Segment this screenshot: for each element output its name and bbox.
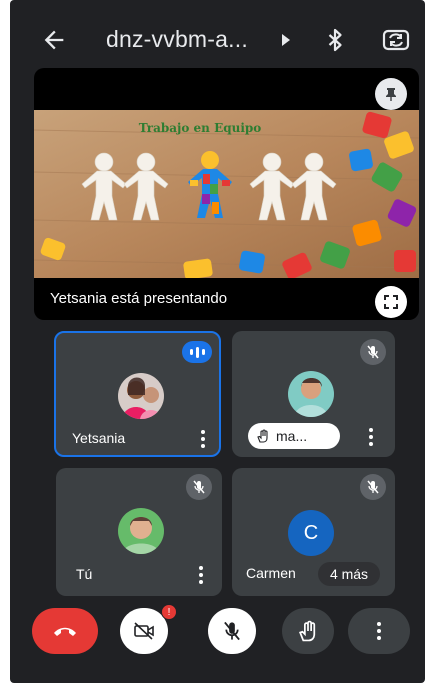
camera-off-icon (134, 622, 154, 640)
meeting-code[interactable]: dnz-vvbm-a... (106, 26, 248, 53)
speaking-indicator (182, 341, 212, 363)
mic-off-icon (360, 474, 386, 500)
caret-right-icon[interactable] (281, 34, 291, 46)
letter-avatar: C (288, 510, 334, 556)
more-options-button[interactable] (348, 608, 410, 654)
switch-camera-icon[interactable] (382, 27, 410, 53)
bluetooth-icon[interactable] (323, 27, 347, 53)
meet-screen: dnz-vvbm-a... Trabajo en Equipo Yetsania… (10, 0, 425, 683)
participant-name: Yetsania (72, 430, 126, 446)
participant-tile-2[interactable]: ma... (232, 331, 395, 457)
slide-title: Trabajo en Equipo (139, 121, 262, 135)
mic-off-icon (360, 339, 386, 365)
pin-button[interactable] (375, 78, 407, 110)
participant-name: ma... (276, 428, 308, 444)
participant-name: Tú (76, 566, 93, 582)
top-bar: dnz-vvbm-a... (10, 18, 425, 62)
avatar (118, 508, 164, 554)
pin-icon (386, 88, 396, 101)
end-call-icon (54, 627, 76, 636)
more-vert-icon[interactable] (200, 429, 206, 449)
participant-tile-self[interactable]: Tú (56, 468, 222, 596)
participant-tile-yetsania[interactable]: Yetsania (54, 331, 221, 457)
more-vert-icon (376, 621, 382, 641)
back-arrow-icon[interactable] (40, 26, 68, 54)
raise-hand-icon (298, 620, 316, 642)
avatar (288, 371, 334, 417)
more-vert-icon[interactable] (368, 427, 374, 447)
presentation-area[interactable]: Trabajo en Equipo Yetsania está presenta… (34, 68, 419, 320)
raise-hand-button[interactable] (282, 608, 334, 654)
avatar (118, 373, 164, 419)
participant-name: Carmen (246, 565, 296, 581)
mic-off-icon (186, 474, 212, 500)
fullscreen-button[interactable] (375, 286, 407, 318)
more-participants-chip[interactable]: 4 más (318, 562, 380, 586)
more-vert-icon[interactable] (198, 565, 204, 585)
mic-toggle-button[interactable] (208, 608, 256, 654)
call-controls: ! (10, 600, 425, 660)
raised-hand-chip[interactable]: ma... (248, 423, 340, 449)
raised-hand-icon (257, 429, 268, 443)
participant-tile-carmen[interactable]: C Carmen 4 más (232, 468, 395, 596)
mic-off-icon (224, 621, 240, 641)
camera-warning-badge: ! (161, 604, 177, 620)
fullscreen-icon (384, 295, 398, 309)
presentation-slide: Trabajo en Equipo (34, 110, 419, 278)
presenting-caption: Yetsania está presentando (50, 290, 228, 307)
end-call-button[interactable] (32, 608, 98, 654)
